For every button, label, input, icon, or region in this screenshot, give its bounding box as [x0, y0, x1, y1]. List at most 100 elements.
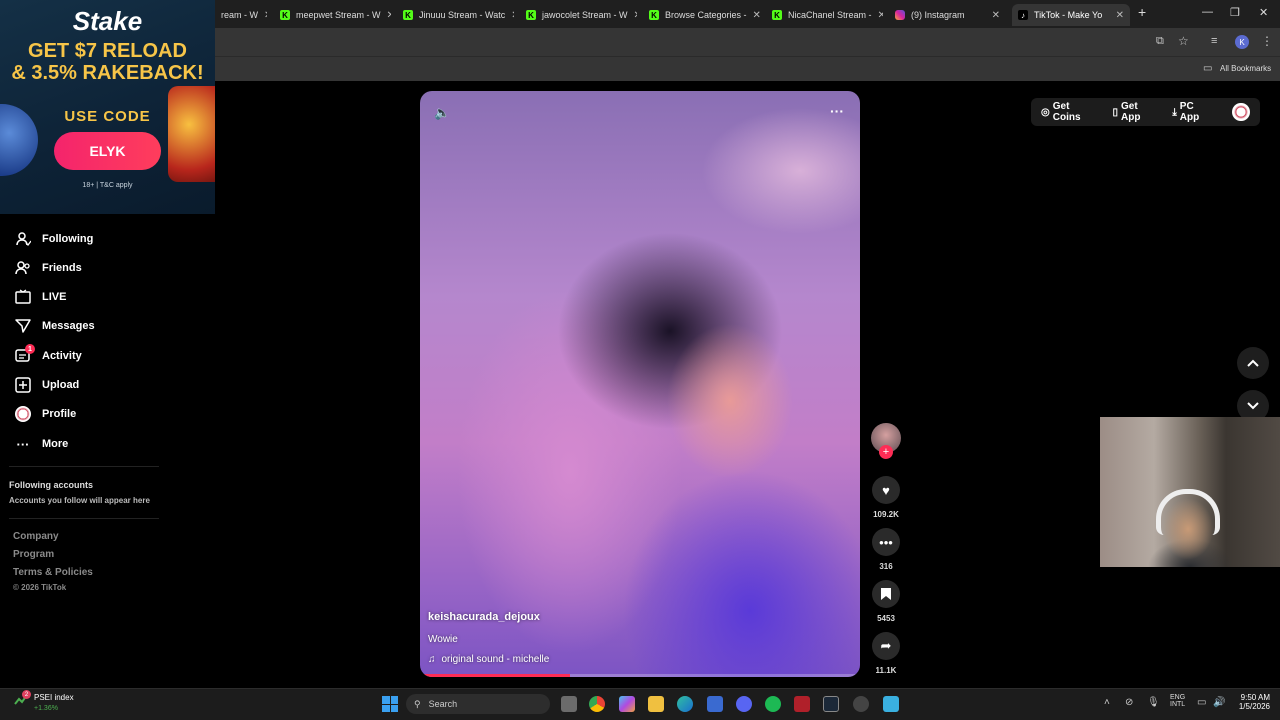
store-icon[interactable] [707, 696, 723, 712]
volume-icon[interactable]: 🔊 [1213, 697, 1225, 708]
windows-start-icon[interactable] [382, 696, 398, 712]
close-icon[interactable]: ✕ [1116, 10, 1124, 21]
taskbar [0, 688, 1280, 720]
tab-kick-1[interactable]: ream - W ✕ [215, 4, 267, 26]
like-button[interactable]: ♥ 109.2K [871, 476, 901, 519]
sound-label: original sound - michelle [441, 654, 550, 665]
video-sound[interactable]: ♫ original sound - michelle [428, 654, 549, 665]
more-options-icon[interactable]: ··· [830, 103, 844, 119]
share-button[interactable]: ➦ 11.1K [871, 632, 901, 675]
get-coins-label: Get Coins [1052, 101, 1081, 123]
footer-link-terms[interactable]: Terms & Policies [13, 567, 93, 578]
display-icon[interactable]: ▭ [1197, 697, 1206, 708]
microphone-icon[interactable]: 🎙 [1147, 697, 1160, 708]
star-icon[interactable]: ☆ [1178, 34, 1189, 48]
tab-kick-6[interactable]: K NicaChanel Stream - ✕ [766, 4, 883, 26]
close-icon[interactable]: ✕ [264, 10, 267, 21]
footer-link-program[interactable]: Program [13, 549, 54, 560]
avatar[interactable] [1232, 103, 1250, 121]
creator-avatar-button[interactable]: + [871, 423, 901, 459]
tab-kick-2[interactable]: K meepwet Stream - W ✕ [274, 4, 391, 26]
previous-video-button[interactable] [1237, 347, 1269, 379]
search-icon: ⚲ [414, 698, 421, 709]
save-button[interactable]: 5453 [871, 580, 901, 623]
sidebar-item-messages[interactable]: Messages [15, 318, 95, 334]
get-app-button[interactable]: ▯ Get App [1113, 101, 1159, 123]
get-coins-button[interactable]: ◎ Get Coins [1041, 101, 1099, 123]
stake-ad[interactable]: Stake GET $7 RELOAD & 3.5% RAKEBACK! USE… [0, 0, 215, 214]
window-close-icon[interactable]: ✕ [1259, 6, 1268, 19]
tab-kick-4[interactable]: K jawocolet Stream - W ✕ [520, 4, 637, 26]
install-icon[interactable]: ⧉ [1156, 35, 1164, 48]
sidebar-item-upload[interactable]: Upload [15, 377, 79, 393]
comment-icon: ••• [872, 528, 900, 556]
footer-link-company[interactable]: Company [13, 531, 59, 542]
tab-kick-5[interactable]: K Browse Categories - ✕ [643, 4, 760, 26]
tab-instagram[interactable]: (9) Instagram ✕ [889, 4, 1006, 26]
tab-tiktok[interactable]: ♪ TikTok - Make Yo ✕ [1012, 4, 1130, 26]
profile-avatar[interactable]: K [1235, 35, 1249, 49]
sidebar-item-activity[interactable]: 1 Activity [15, 344, 82, 364]
close-icon[interactable]: ✕ [878, 10, 883, 21]
sidebar-item-friends[interactable]: Friends [15, 260, 82, 276]
obs-icon[interactable] [853, 696, 869, 712]
minimize-icon[interactable]: — [1202, 6, 1213, 18]
steam-icon[interactable] [823, 696, 839, 712]
chevron-up-icon[interactable]: ˄ [1104, 697, 1110, 708]
comment-button[interactable]: ••• 316 [871, 528, 901, 571]
widget-badge: 2 [22, 690, 31, 699]
follow-plus-icon[interactable]: + [879, 445, 893, 459]
copilot-icon[interactable] [619, 696, 635, 712]
pc-app-label: PC App [1179, 101, 1200, 123]
network-icon[interactable]: ⊘ [1125, 697, 1133, 708]
top-actions: ◎ Get Coins ▯ Get App ⤓ PC App [1031, 98, 1260, 126]
task-view-icon[interactable] [561, 696, 577, 712]
clock[interactable]: 9:50 AM 1/5/2026 [1228, 693, 1270, 711]
ad-code-button[interactable]: ELYK [54, 132, 161, 170]
edge-icon[interactable] [677, 696, 693, 712]
video-player[interactable]: 🔈 ··· keishacurada_dejoux Wowie ♫ origin… [420, 91, 860, 677]
spotify-icon[interactable] [765, 696, 781, 712]
close-icon[interactable]: ✕ [753, 10, 760, 21]
taskbar-search[interactable]: ⚲ Search [406, 694, 550, 714]
video-username[interactable]: keishacurada_dejoux [428, 611, 540, 623]
progress-bar[interactable] [420, 674, 860, 677]
close-icon[interactable]: ✕ [634, 10, 637, 21]
file-explorer-icon[interactable] [648, 696, 664, 712]
sidebar-item-following[interactable]: Following [15, 231, 93, 247]
divider [9, 518, 159, 519]
restore-icon[interactable]: ❐ [1230, 6, 1240, 19]
media-control-icon[interactable]: ≡ [1211, 35, 1217, 47]
ad-headline: GET $7 RELOAD [28, 40, 187, 62]
bookmark-icon [872, 580, 900, 608]
sidebar-item-live[interactable]: LIVE [15, 289, 66, 305]
tab-title: TikTok - Make Yo [1034, 10, 1103, 20]
menu-icon[interactable]: ⋮ [1261, 34, 1273, 48]
tab-kick-3[interactable]: K Jinuuu Stream - Watc ✕ [397, 4, 514, 26]
app-icon[interactable] [794, 696, 810, 712]
video-caption: Wowie [428, 634, 458, 645]
close-icon[interactable]: ✕ [387, 10, 391, 21]
ad-headline: & 3.5% RAKEBACK! [11, 62, 204, 84]
sidebar-item-more[interactable]: ··· More [15, 436, 69, 452]
stock-widget-icon[interactable]: 2 [14, 690, 31, 706]
close-icon[interactable]: ✕ [992, 10, 1000, 21]
more-icon: ··· [16, 436, 30, 452]
widget-title[interactable]: PSEI index [34, 693, 74, 702]
all-bookmarks[interactable]: All Bookmarks [1220, 64, 1271, 73]
kick-icon: K [280, 10, 290, 20]
tab-title: Browse Categories - [665, 10, 747, 20]
new-tab-button[interactable]: + [1138, 4, 1146, 20]
copyright: © 2026 TikTok [13, 583, 67, 592]
clock-date: 1/5/2026 [1238, 702, 1270, 711]
volume-icon[interactable]: 🔈 [434, 105, 450, 121]
following-accounts-title: Following accounts [9, 480, 94, 490]
language-indicator[interactable]: ENG INTL [1170, 694, 1185, 708]
notepad-icon[interactable] [883, 696, 899, 712]
sidebar-item-profile[interactable]: Profile [15, 406, 76, 422]
chrome-icon[interactable] [589, 696, 605, 712]
share-count: 11.1K [875, 666, 897, 675]
discord-icon[interactable] [736, 696, 752, 712]
pc-app-button[interactable]: ⤓ PC App [1172, 101, 1214, 123]
close-icon[interactable]: ✕ [511, 10, 514, 21]
